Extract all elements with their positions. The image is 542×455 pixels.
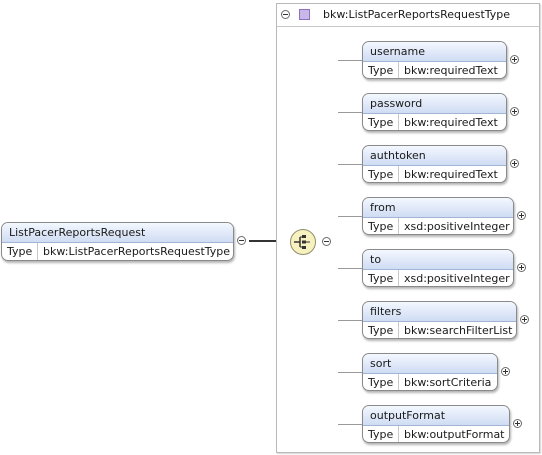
type-label: Type [2, 243, 38, 260]
child-element-node[interactable]: filters Type bkw:searchFilterList [362, 301, 517, 339]
root-element-type-row: Type bkw:ListPacerReportsRequestType [2, 243, 233, 260]
type-value: bkw:requiredText [404, 64, 498, 77]
sequence-compositor-icon[interactable] [290, 229, 316, 255]
type-value: bkw:requiredText [404, 168, 498, 181]
child-connector [338, 424, 362, 425]
expand-icon[interactable] [501, 367, 510, 376]
child-type-row: Type bkw:outputFormat [363, 426, 509, 442]
type-value: bkw:ListPacerReportsRequestType [43, 245, 231, 258]
child-connector [338, 164, 362, 165]
expand-icon[interactable] [517, 263, 526, 272]
root-element-name: ListPacerReportsRequest [2, 223, 233, 243]
type-value: xsd:positiveInteger [404, 272, 510, 285]
child-element-name: authtoken [363, 146, 506, 166]
expand-icon[interactable] [510, 159, 519, 168]
child-element-node[interactable]: password Type bkw:requiredText [362, 93, 507, 131]
child-element-node[interactable]: from Type xsd:positiveInteger [362, 197, 514, 235]
child-element-name: from [363, 198, 513, 218]
complex-type-header: bkw:ListPacerReportsRequestType [277, 4, 539, 27]
child-element-name: sort [363, 354, 497, 374]
type-label: Type [363, 218, 399, 234]
child-type-row: Type bkw:requiredText [363, 166, 506, 182]
type-value: bkw:outputFormat [404, 428, 505, 441]
type-label: Type [363, 374, 399, 390]
type-label: Type [363, 114, 399, 130]
child-element-name: outputFormat [363, 406, 509, 426]
type-value: bkw:sortCriteria [404, 376, 492, 389]
type-label: Type [363, 426, 399, 442]
child-connector [338, 372, 362, 373]
expand-icon[interactable] [510, 55, 519, 64]
root-collapse-icon[interactable] [237, 236, 246, 245]
type-label: Type [363, 62, 399, 78]
type-label: Type [363, 166, 399, 182]
child-element-name: username [363, 42, 506, 62]
type-label: Type [363, 270, 399, 286]
child-element-node[interactable]: sort Type bkw:sortCriteria [362, 353, 498, 391]
child-element-name: filters [363, 302, 516, 322]
child-element-node[interactable]: username Type bkw:requiredText [362, 41, 507, 79]
child-element-node[interactable]: authtoken Type bkw:requiredText [362, 145, 507, 183]
expand-icon[interactable] [520, 315, 529, 324]
type-value: bkw:searchFilterList [404, 324, 513, 337]
child-type-row: Type xsd:positiveInteger [363, 270, 513, 286]
child-element-name: password [363, 94, 506, 114]
expand-icon[interactable] [510, 107, 519, 116]
child-type-row: Type xsd:positiveInteger [363, 218, 513, 234]
child-type-row: Type bkw:requiredText [363, 114, 506, 130]
child-type-row: Type bkw:sortCriteria [363, 374, 497, 390]
child-element-name: to [363, 250, 513, 270]
child-type-row: Type bkw:requiredText [363, 62, 506, 78]
sequence-collapse-icon[interactable] [322, 237, 331, 246]
type-label: Type [363, 322, 399, 338]
complex-type-icon [299, 9, 310, 20]
child-element-node[interactable]: outputFormat Type bkw:outputFormat [362, 405, 510, 443]
complex-type-name: bkw:ListPacerReportsRequestType [323, 8, 511, 21]
root-element-node[interactable]: ListPacerReportsRequest Type bkw:ListPac… [1, 222, 234, 261]
expand-icon[interactable] [517, 211, 526, 220]
child-connector [338, 112, 362, 113]
child-connector [338, 268, 362, 269]
child-connector [338, 320, 362, 321]
child-element-node[interactable]: to Type xsd:positiveInteger [362, 249, 514, 287]
child-type-row: Type bkw:searchFilterList [363, 322, 516, 338]
child-connector [338, 60, 362, 61]
type-value: xsd:positiveInteger [404, 220, 510, 233]
type-value: bkw:requiredText [404, 116, 498, 129]
child-connector [338, 216, 362, 217]
expand-icon[interactable] [513, 419, 522, 428]
complex-type-collapse-icon[interactable] [281, 10, 290, 19]
